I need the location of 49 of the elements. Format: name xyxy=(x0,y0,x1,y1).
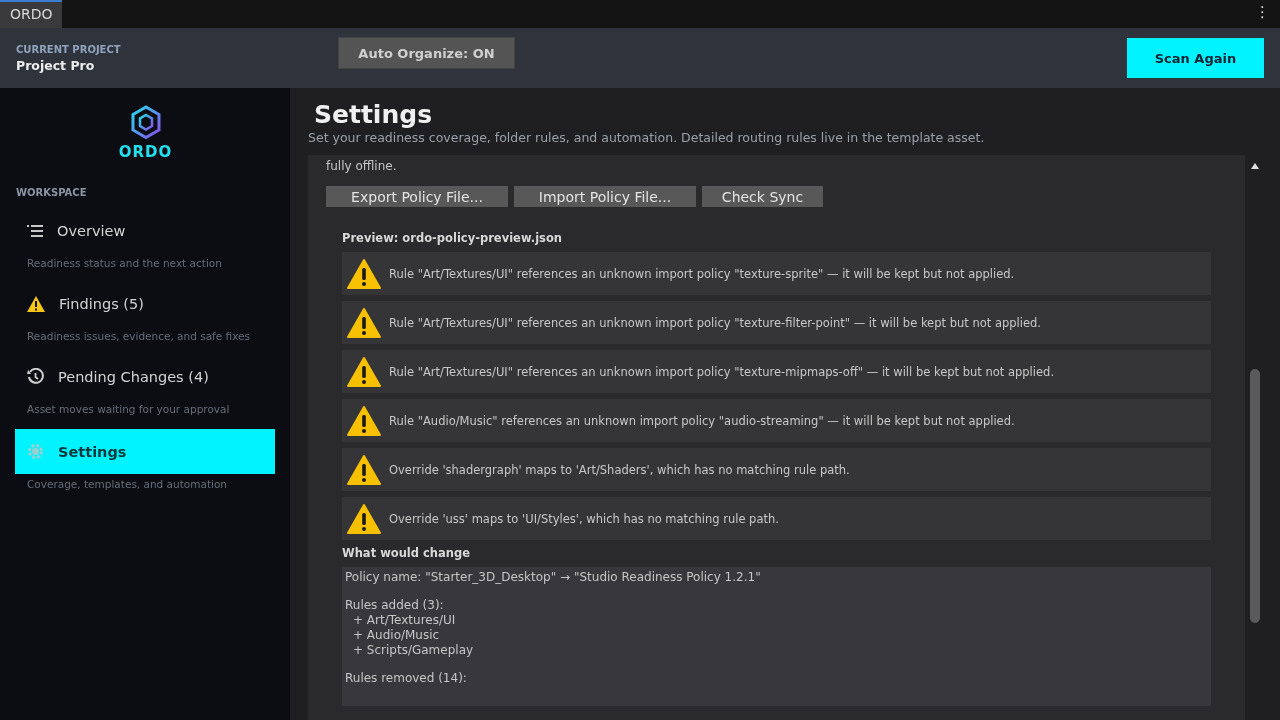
logo-text: ORDO xyxy=(118,143,173,161)
warning-icon xyxy=(347,307,381,338)
list-icon xyxy=(27,223,43,238)
policy-button[interactable]: Check Sync xyxy=(702,186,823,207)
page-subtitle: Set your readiness coverage, folder rules, and automation. Detailed routing rules live in the template asset. xyxy=(308,130,986,145)
nav-description: Readiness issues, evidence, and safe fixes xyxy=(27,330,252,342)
scan-again-button[interactable]: Scan Again xyxy=(1127,38,1264,78)
menu-icon[interactable]: ⋮ xyxy=(1245,0,1280,28)
scroll-thumb[interactable] xyxy=(1249,369,1260,623)
warning-icon xyxy=(347,258,381,289)
scroll-up-icon[interactable] xyxy=(1250,163,1259,169)
change-line: + Art/Textures/UI xyxy=(352,613,457,628)
intro-text: fully offline. xyxy=(326,159,398,173)
warning-text: Override 'uss' maps to 'UI/Styles', which has no matching rule path. xyxy=(389,511,779,526)
app-tab[interactable]: ORDO xyxy=(0,0,62,28)
history-icon xyxy=(27,368,44,385)
warning-icon xyxy=(347,405,381,436)
page-title: Settings xyxy=(314,100,433,129)
preview-title: Preview: ordo-policy-preview.json xyxy=(342,231,564,245)
nav-item[interactable]: Overview xyxy=(15,208,275,253)
nav-description: Coverage, templates, and automation xyxy=(27,478,229,490)
change-line: Policy name: "Starter_3D_Desktop" → "Studio Readiness Policy 1.2.1" xyxy=(345,570,762,585)
warning-text: Rule "Audio/Music" references an unknown import policy "audio-streaming" — it will be kept but not applied. xyxy=(389,413,1015,428)
warning-icon xyxy=(347,454,381,485)
changes-title: What would change xyxy=(342,546,471,560)
section-label: WORKSPACE xyxy=(16,187,88,198)
nav-item[interactable]: Findings (5) xyxy=(15,281,275,326)
warning-icon xyxy=(27,295,45,312)
nav-item[interactable]: Pending Changes (4) xyxy=(15,354,275,399)
auto-organize-button[interactable]: Auto Organize: ON xyxy=(338,37,515,69)
warning-text: Rule "Art/Textures/UI" references an unknown import policy "texture-filter-point" — it will be kept but not applied. xyxy=(389,315,1041,330)
warning-icon xyxy=(347,356,381,387)
project-name: Project Pro xyxy=(16,57,96,73)
change-line: + Scripts/Gameplay xyxy=(352,643,475,658)
warning-text: Override 'shadergraph' maps to 'Art/Shaders', which has no matching rule path. xyxy=(389,462,850,477)
change-line: Rules removed (14): xyxy=(345,671,468,686)
warning-text: Rule "Art/Textures/UI" references an unknown import policy "texture-sprite" — it will be kept but not applied. xyxy=(389,266,1015,281)
policy-button[interactable]: Export Policy File... xyxy=(326,186,508,207)
warning-icon xyxy=(347,503,381,534)
nav-item[interactable]: Settings xyxy=(15,429,275,474)
gear-icon xyxy=(27,443,44,460)
nav-description: Asset moves waiting for your approval xyxy=(27,403,231,415)
project-label: CURRENT PROJECT xyxy=(16,43,122,55)
change-line: + Audio/Music xyxy=(352,628,441,643)
warning-text: Rule "Art/Textures/UI" references an unknown import policy "texture-mipmaps-off" — it will be kept but not applied. xyxy=(389,364,1055,379)
policy-button[interactable]: Import Policy File... xyxy=(514,186,696,207)
logo-icon xyxy=(130,105,161,141)
change-line: Rules added (3): xyxy=(345,598,445,613)
nav-description: Readiness status and the next action xyxy=(27,257,223,269)
